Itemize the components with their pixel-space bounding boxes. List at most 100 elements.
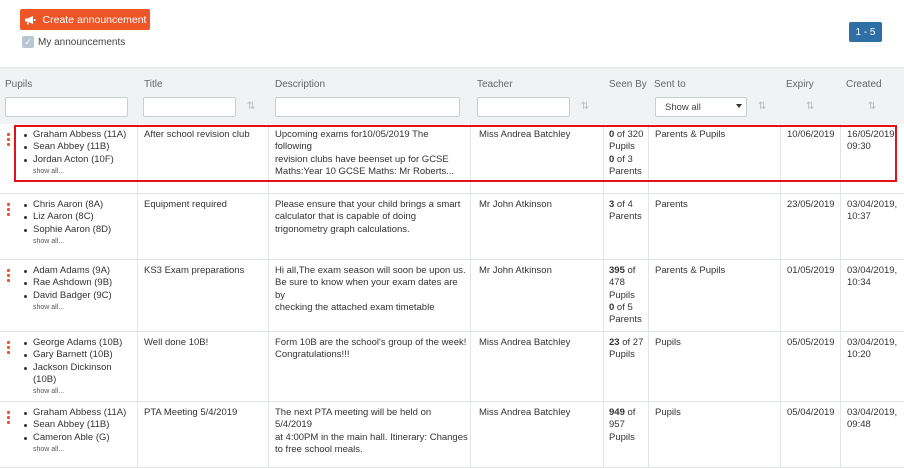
table-row[interactable]: Graham Abbess (11A) Sean Abbey (11B) Jorda… <box>0 124 904 194</box>
pupils-cell: Adam Adams (9A) Rae Ashdown (9B) David Bad… <box>22 265 134 313</box>
seen-total: Parents <box>609 211 642 223</box>
column-header-seen-by: Seen By <box>609 79 647 90</box>
my-announcements-toggle[interactable]: ✓ My announcements <box>22 36 125 48</box>
create-announcement-button[interactable]: Create announcement <box>20 9 150 30</box>
pupil-name: Graham Abbess (11A) <box>22 407 134 419</box>
table-row[interactable]: Chris Aaron (8A) Liz Aaron (8C) Sophie Aar… <box>0 194 904 260</box>
pupil-name: David Badger (9C) <box>22 290 134 302</box>
seen-by-cell: 23 of 27 Pupils <box>609 337 649 362</box>
created-cell-line: 10:20 <box>847 349 871 361</box>
created-cell-line: 10:37 <box>847 211 871 223</box>
pupil-name: Cameron Able (G) <box>22 432 134 444</box>
pupil-name: Jordan Acton (10F) <box>22 154 134 166</box>
megaphone-icon <box>24 15 35 24</box>
show-all-link[interactable]: show all... <box>22 236 134 247</box>
created-cell: 03/04/2019, 10:37 <box>847 199 903 224</box>
seen-total: 957 <box>609 419 625 431</box>
created-cell: 03/04/2019, 10:34 <box>847 265 903 290</box>
pupil-name: Chris Aaron (8A) <box>22 199 134 211</box>
table-row[interactable]: George Adams (10B) Gary Barnett (10B) Jack… <box>0 332 904 402</box>
sent-to-filter-select[interactable]: Show all <box>655 97 747 117</box>
seen-by-line: Pupils <box>609 290 649 302</box>
kebab-menu-icon[interactable] <box>7 133 10 146</box>
sent-to-cell: Pupils <box>655 337 681 348</box>
seen-by-line: 949 of <box>609 407 649 419</box>
description-cell-line: revision clubs have beenset up for GCSE <box>275 153 449 165</box>
pupils-cell: Graham Abbess (11A) Sean Abbey (11B) Jorda… <box>22 129 134 177</box>
description-cell: The next PTA meeting will be held on 5/4… <box>275 407 468 456</box>
description-cell-line: Upcoming exams for10/05/2019 The followi… <box>275 129 429 153</box>
seen-total: 478 <box>609 277 625 289</box>
description-filter-input[interactable] <box>275 97 460 117</box>
my-announcements-checkbox[interactable]: ✓ <box>22 36 34 48</box>
description-cell-line: to free school meals. <box>275 443 363 455</box>
teacher-cell: Miss Andrea Batchley <box>479 337 571 348</box>
seen-total: of 320 <box>614 129 644 140</box>
seen-by-cell: 0 of 320 Pupils 0 of 3 Parents <box>609 129 649 178</box>
description-cell: Please ensure that your child brings a s… <box>275 199 468 236</box>
kebab-menu-icon[interactable] <box>7 341 10 354</box>
seen-total: of 27 <box>619 337 644 348</box>
description-cell-line: calculator that is capable of doing <box>275 211 417 223</box>
seen-count: 395 <box>609 265 625 276</box>
seen-by-cell: 395 of 478 Pupils 0 of 5 Parents <box>609 265 649 326</box>
created-cell-line: 10:34 <box>847 277 871 289</box>
seen-by-line: Parents <box>609 166 649 178</box>
title-sort-icon[interactable]: ⇅ <box>246 101 256 113</box>
column-header-expiry: Expiry <box>786 79 814 90</box>
description-cell-line: Be sure to know when your exam dates are… <box>275 277 458 301</box>
table-row[interactable]: Adam Adams (9A) Rae Ashdown (9B) David Bad… <box>0 260 904 332</box>
description-cell-line: Hi all,The exam season will soon be upon… <box>275 265 466 276</box>
sent-to-cell: Pupils <box>655 407 681 418</box>
column-header-created: Created <box>846 79 882 90</box>
pagination-indicator[interactable]: 1 - 5 <box>849 22 882 42</box>
pupil-name: Adam Adams (9A) <box>22 265 134 277</box>
teacher-sort-icon[interactable]: ⇅ <box>580 101 590 113</box>
description-cell-line: checking the attached exam timetable <box>275 301 435 313</box>
seen-by-cell: 3 of 4 Parents <box>609 199 649 224</box>
description-cell-line: Maths:Year 10 GCSE Maths: Mr Roberts... <box>275 165 455 177</box>
pupil-name: Graham Abbess (11A) <box>22 129 134 141</box>
kebab-menu-icon[interactable] <box>7 269 10 282</box>
seen-total: Parents <box>609 314 642 326</box>
show-all-link[interactable]: show all... <box>22 166 134 177</box>
sent-to-cell: Parents & Pupils <box>655 129 726 140</box>
seen-by-line: 0 of 5 <box>609 302 649 314</box>
kebab-menu-icon[interactable] <box>7 203 10 216</box>
kebab-menu-icon[interactable] <box>7 411 10 424</box>
seen-by-line: Pupils <box>609 432 649 444</box>
created-cell-line: 03/04/2019, <box>847 337 898 348</box>
teacher-cell: Miss Andrea Batchley <box>479 129 571 140</box>
description-cell-line: Please ensure that your child brings a s… <box>275 199 461 210</box>
sent-to-filter-value: Show all <box>665 101 701 113</box>
expiry-sort-icon[interactable]: ⇅ <box>805 101 815 113</box>
table-row[interactable]: Graham Abbess (11A) Sean Abbey (11B) Camer… <box>0 402 904 468</box>
my-announcements-label: My announcements <box>38 36 126 48</box>
seen-total: of 3 <box>614 153 633 165</box>
show-all-link[interactable]: show all... <box>22 302 134 313</box>
show-all-link[interactable]: show all... <box>22 444 134 455</box>
seen-by-line: Pupils <box>609 141 649 153</box>
created-sort-icon[interactable]: ⇅ <box>867 101 877 113</box>
create-announcement-label: Create announcement <box>42 13 147 26</box>
seen-by-line: Parents <box>609 314 649 326</box>
created-cell-line: 03/04/2019, <box>847 407 898 418</box>
show-all-link[interactable]: show all... <box>22 386 134 397</box>
teacher-cell: Miss Andrea Batchley <box>479 407 571 418</box>
sent-to-sort-icon[interactable]: ⇅ <box>757 101 767 113</box>
teacher-cell: Mr John Atkinson <box>479 265 552 276</box>
column-header-sent-to: Sent to <box>654 79 686 90</box>
title-cell: KS3 Exam preparations <box>144 265 245 276</box>
pupil-name: Rae Ashdown (9B) <box>22 277 134 289</box>
seen-by-line: Parents <box>609 211 649 223</box>
title-filter-input[interactable] <box>143 97 236 117</box>
expiry-cell: 23/05/2019 <box>787 199 835 210</box>
pupils-filter-input[interactable] <box>5 97 128 117</box>
pupils-cell: Chris Aaron (8A) Liz Aaron (8C) Sophie Aar… <box>22 199 134 247</box>
description-cell-line: trigonometry graph calculations. <box>275 223 410 235</box>
column-header-teacher: Teacher <box>477 79 513 90</box>
description-cell-line: Congratulations!!! <box>275 349 350 361</box>
created-cell-line: 03/04/2019, <box>847 265 898 276</box>
announcements-table: Pupils Title Description Teacher Seen By… <box>0 67 904 468</box>
teacher-filter-input[interactable] <box>477 97 570 117</box>
